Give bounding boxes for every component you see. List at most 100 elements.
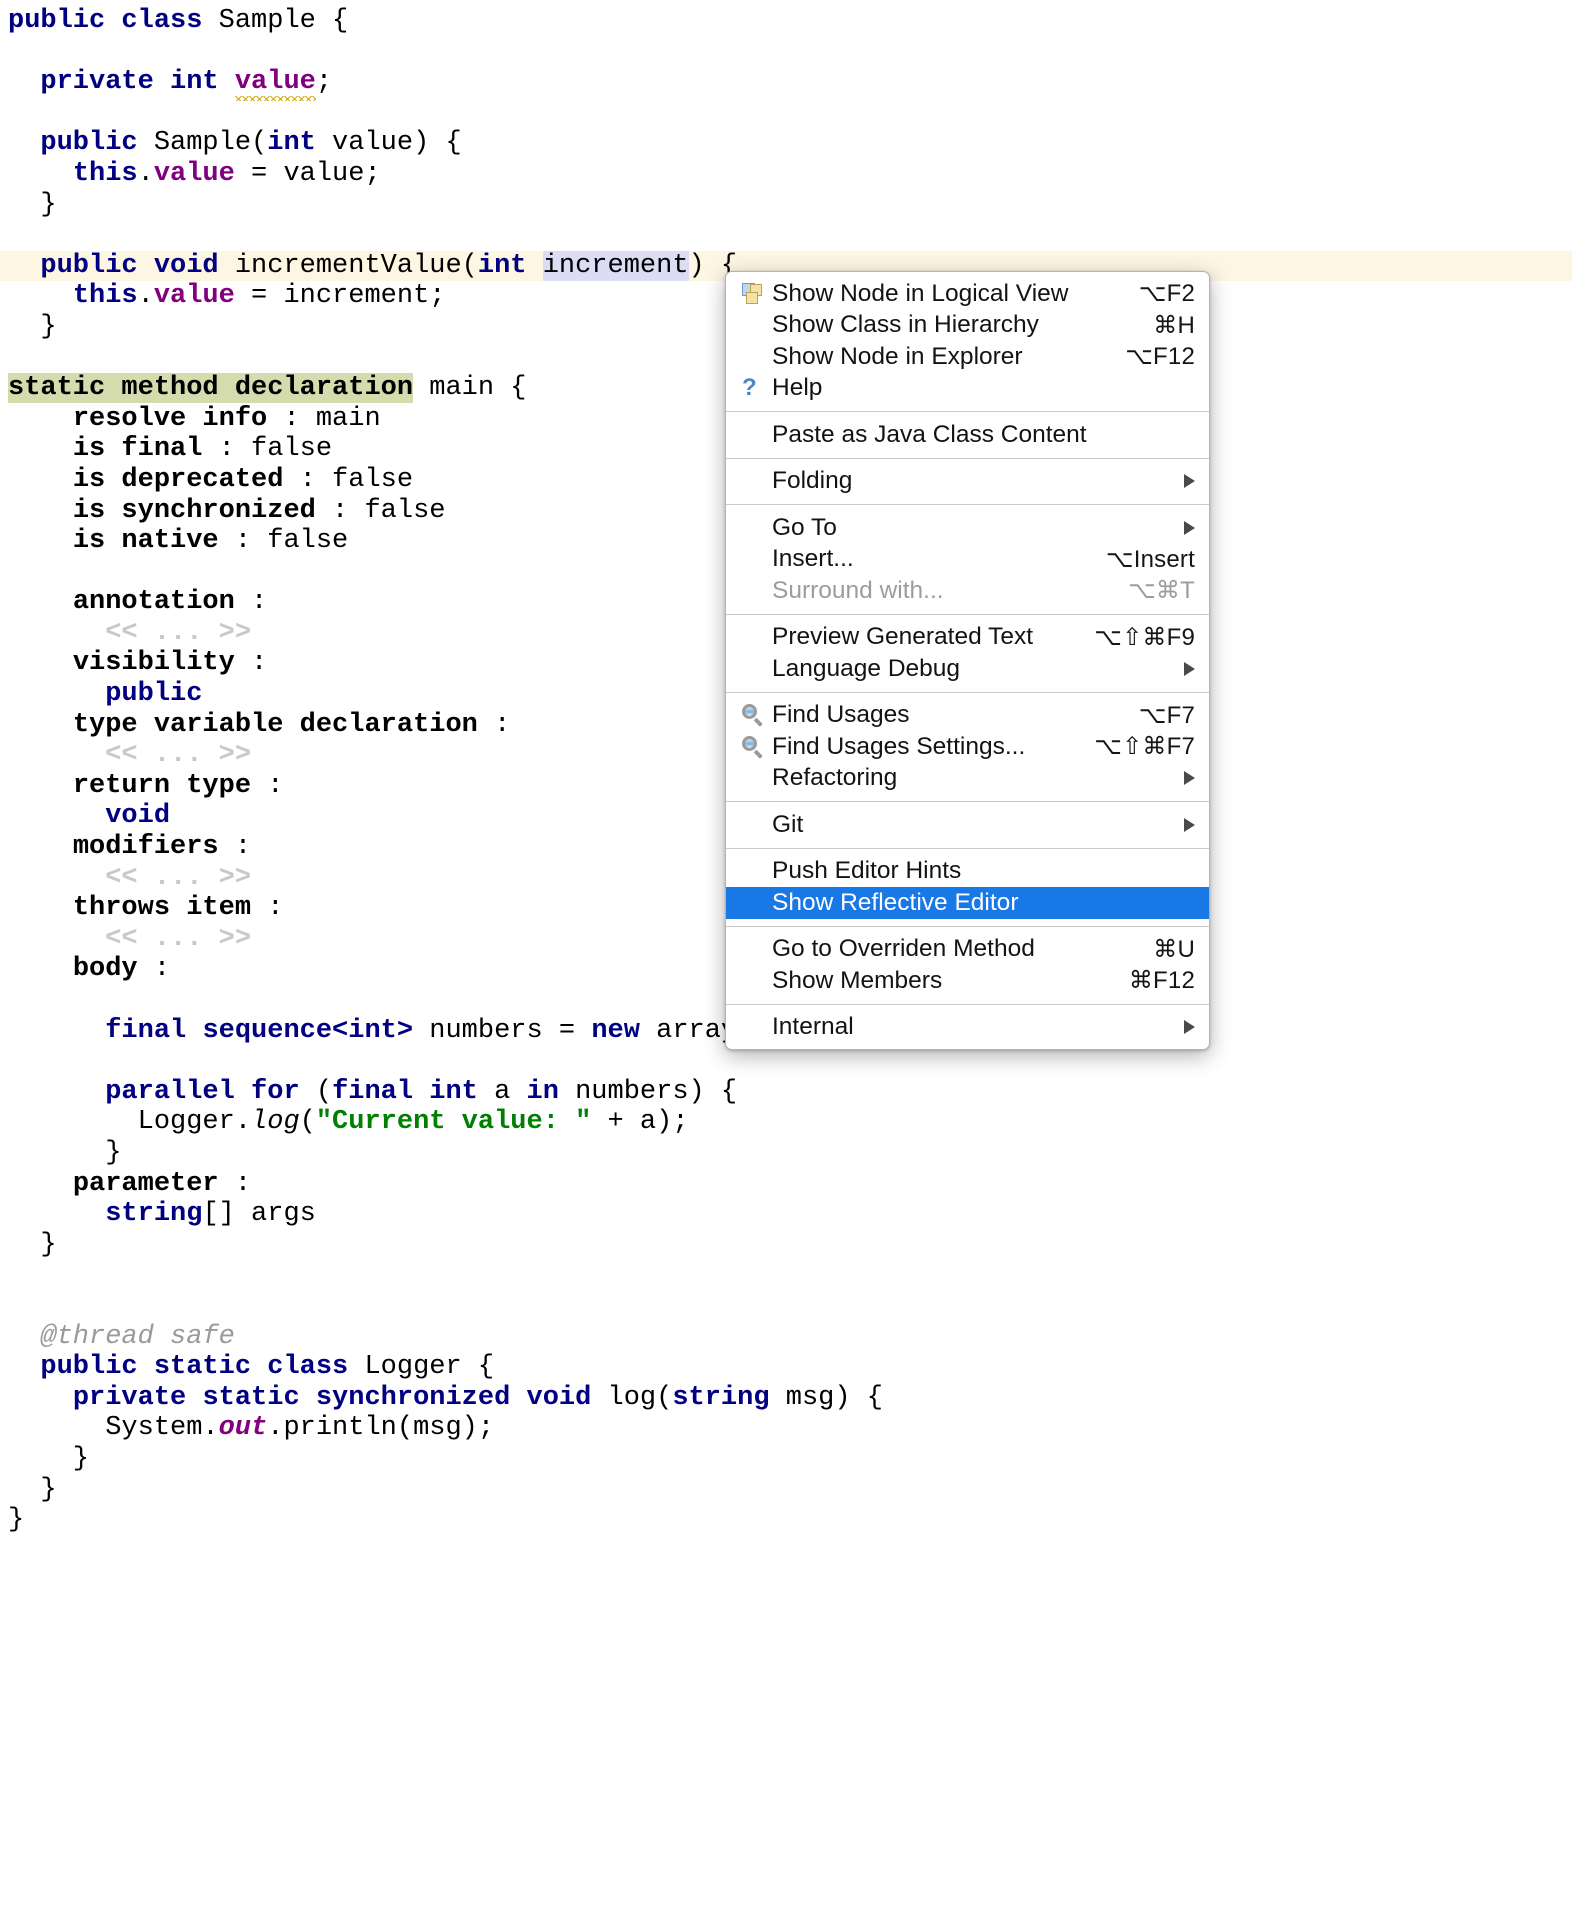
- code-token: [186, 1016, 202, 1046]
- menu-separator: [726, 801, 1209, 802]
- submenu-chevron-right-icon: [1184, 771, 1195, 785]
- menu-group: Show Node in Logical View⌥F2Show Class i…: [726, 278, 1209, 404]
- code-token: [] args: [202, 1199, 315, 1229]
- code-token: = value;: [235, 159, 381, 189]
- menu-item-show-node-in-explorer[interactable]: Show Node in Explorer⌥F12: [726, 341, 1209, 373]
- code-token: in: [527, 1077, 559, 1107]
- code-token: numbers) {: [559, 1077, 737, 1107]
- code-token: [8, 648, 73, 678]
- code-token: synchronized: [316, 1383, 510, 1413]
- menu-item-label: Show Class in Hierarchy: [772, 311, 1135, 339]
- code-token: [8, 710, 73, 740]
- code-token: [8, 434, 73, 464]
- code-token: [8, 832, 73, 862]
- menu-item-go-to[interactable]: Go To: [726, 512, 1209, 544]
- code-token: [8, 128, 40, 158]
- code-token: :: [235, 648, 267, 678]
- code-token: incrementValue(: [219, 251, 478, 281]
- code-token: [8, 526, 73, 556]
- code-token: sequence<int>: [202, 1016, 413, 1046]
- code-token: int: [478, 251, 527, 281]
- menu-item-internal[interactable]: Internal: [726, 1012, 1209, 1044]
- menu-item-folding[interactable]: Folding: [726, 466, 1209, 498]
- menu-group: Go ToInsert...⌥InsertSurround with...⌥⌘T: [726, 512, 1209, 607]
- code-token: }: [8, 190, 57, 220]
- menu-item-refactoring[interactable]: Refactoring: [726, 763, 1209, 795]
- code-token: :: [251, 771, 283, 801]
- magnifier-icon: [742, 702, 772, 728]
- menu-group: Go to Overriden Method⌘UShow Members⌘F12: [726, 934, 1209, 997]
- menu-item-insert[interactable]: Insert...⌥Insert: [726, 544, 1209, 576]
- menu-item-label: Insert...: [772, 545, 1088, 573]
- menu-item-shortcut: ⌥F7: [1139, 701, 1195, 730]
- code-token: static: [202, 1383, 299, 1413]
- code-token: [510, 1383, 526, 1413]
- code-token: return type: [73, 771, 251, 801]
- code-token: [8, 1352, 40, 1382]
- code-line: }: [0, 1475, 1572, 1506]
- menu-item-help[interactable]: ?Help: [726, 373, 1209, 405]
- menu-item-icon-placeholder: [742, 546, 772, 572]
- code-token: (: [300, 1107, 316, 1137]
- menu-item-label: Internal: [772, 1013, 1166, 1041]
- menu-item-go-to-overriden-method[interactable]: Go to Overriden Method⌘U: [726, 934, 1209, 966]
- code-token: [8, 159, 73, 189]
- code-line: parameter :: [0, 1169, 1572, 1200]
- menu-separator: [726, 692, 1209, 693]
- code-token: << ... >>: [105, 924, 251, 954]
- menu-separator: [726, 411, 1209, 412]
- menu-item-preview-generated-text[interactable]: Preview Generated Text⌥⇧⌘F9: [726, 622, 1209, 654]
- menu-item-find-usages-settings[interactable]: Find Usages Settings...⌥⇧⌘F7: [726, 731, 1209, 763]
- code-token: [8, 924, 105, 954]
- code-token: Sample {: [202, 6, 348, 36]
- code-token: [8, 1169, 73, 1199]
- code-token: [8, 863, 105, 893]
- code-token: value) {: [316, 128, 462, 158]
- menu-separator: [726, 926, 1209, 927]
- context-menu[interactable]: Show Node in Logical View⌥F2Show Class i…: [725, 271, 1210, 1050]
- menu-item-label: Go To: [772, 514, 1166, 542]
- menu-item-icon-placeholder: [742, 858, 772, 884]
- menu-item-language-debug[interactable]: Language Debug: [726, 653, 1209, 685]
- code-token: public: [40, 128, 137, 158]
- code-token: [527, 251, 543, 281]
- menu-separator: [726, 614, 1209, 615]
- code-token: }: [8, 1505, 24, 1535]
- code-line: }: [0, 190, 1572, 221]
- menu-item-git[interactable]: Git: [726, 809, 1209, 841]
- code-line: public static class Logger {: [0, 1352, 1572, 1383]
- menu-item-find-usages[interactable]: Find Usages⌥F7: [726, 700, 1209, 732]
- menu-item-show-class-in-hierarchy[interactable]: Show Class in Hierarchy ⌘H: [726, 310, 1209, 342]
- menu-item-shortcut: ⌥F2: [1139, 279, 1195, 308]
- menu-separator: [726, 1004, 1209, 1005]
- menu-item-paste-as-java-class-content[interactable]: Paste as Java Class Content: [726, 419, 1209, 451]
- menu-item-label: Show Members: [772, 967, 1111, 995]
- code-token: parallel: [105, 1077, 235, 1107]
- code-line: [0, 37, 1572, 68]
- menu-item-label: Push Editor Hints: [772, 857, 1195, 885]
- code-token: value: [235, 67, 316, 97]
- code-token: a: [478, 1077, 527, 1107]
- code-token: [8, 1199, 105, 1229]
- menu-item-label: Language Debug: [772, 655, 1166, 683]
- code-token: is deprecated: [73, 465, 284, 495]
- menu-item-push-editor-hints[interactable]: Push Editor Hints: [726, 856, 1209, 888]
- code-token: increment: [543, 251, 689, 281]
- code-token: [8, 954, 73, 984]
- menu-item-icon-placeholder: [742, 515, 772, 541]
- code-token: log: [251, 1107, 300, 1137]
- code-token: static: [154, 1352, 251, 1382]
- code-token: public: [40, 251, 137, 281]
- menu-item-icon-placeholder: [742, 312, 772, 338]
- menu-item-shortcut: ⌘H: [1153, 311, 1195, 340]
- code-line: [0, 220, 1572, 251]
- code-token: .: [138, 159, 154, 189]
- menu-item-show-members[interactable]: Show Members⌘F12: [726, 965, 1209, 997]
- code-token: private: [40, 67, 153, 97]
- menu-item-show-reflective-editor[interactable]: Show Reflective Editor: [726, 887, 1209, 919]
- submenu-chevron-right-icon: [1184, 474, 1195, 488]
- menu-item-show-node-in-logical-view[interactable]: Show Node in Logical View⌥F2: [726, 278, 1209, 310]
- code-token: [8, 1383, 73, 1413]
- code-token: [8, 679, 105, 709]
- code-line: private static synchronized void log(str…: [0, 1383, 1572, 1414]
